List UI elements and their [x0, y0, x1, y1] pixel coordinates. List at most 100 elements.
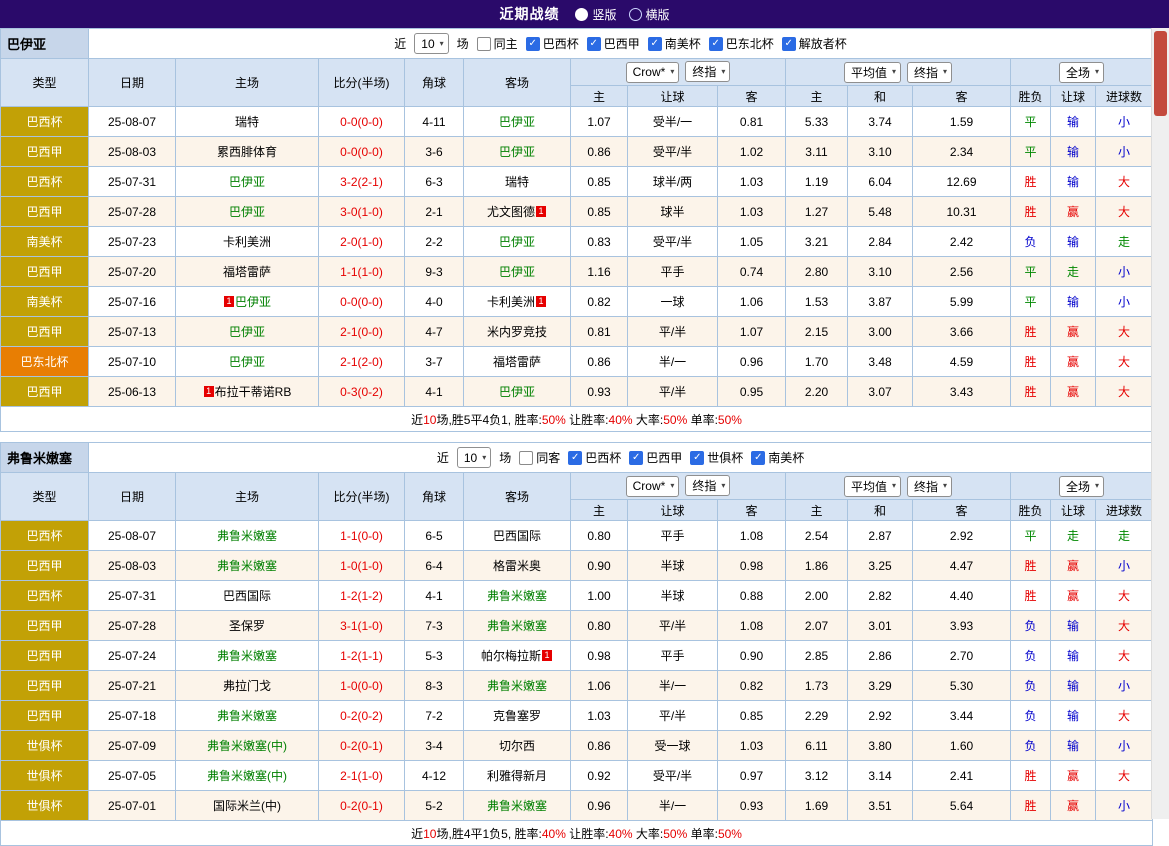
games-label: 场	[499, 449, 511, 466]
result-value: 胜	[1011, 581, 1051, 611]
away-team-name: 帕尔梅拉斯	[481, 649, 541, 663]
odds-value: 3.43	[913, 377, 1011, 407]
final-odds-select-2[interactable]: 终指▾	[907, 62, 952, 83]
league-filter-checkbox-1-label: 巴西甲	[646, 449, 682, 466]
home-team-cell: 巴伊亚	[176, 317, 319, 347]
odds-value: 3.12	[786, 761, 848, 791]
odds-value: 2.00	[786, 581, 848, 611]
scrollbar-thumb[interactable]	[1154, 31, 1167, 116]
odds-company-select[interactable]: Crow*▾	[626, 62, 680, 83]
checkbox-checked-icon: ✓	[751, 451, 765, 465]
sub-col-header: 让球	[1051, 500, 1096, 521]
league-filter-checkbox-1[interactable]: ✓巴西甲	[629, 449, 682, 466]
odds-value: 1.08	[718, 521, 786, 551]
odds-value: 3.87	[848, 287, 913, 317]
match-date: 25-07-20	[89, 257, 176, 287]
away-team-name: 巴伊亚	[499, 265, 535, 279]
odds-value: 1.59	[913, 107, 1011, 137]
match-row: 巴西甲25-08-03弗鲁米嫩塞1-0(1-0)6-4格雷米奥0.90半球0.9…	[1, 551, 1153, 581]
same-venue-checkbox-label: 同主	[494, 35, 518, 52]
result-value: 输	[1051, 671, 1096, 701]
odds-value: 0.85	[571, 167, 628, 197]
summary-segment: 40%	[609, 413, 633, 427]
team-section: 巴伊亚近10▾场同主✓巴西杯✓巴西甲✓南美杯✓巴东北杯✓解放者杯类型日期主场比分…	[0, 28, 1152, 432]
result-value: 大	[1096, 701, 1153, 731]
odds-company-select[interactable]: Crow*▾	[626, 476, 680, 497]
same-venue-checkbox[interactable]: 同主	[477, 35, 518, 52]
match-type-badge: 南美杯	[1, 287, 89, 317]
odds-value: 0.82	[571, 287, 628, 317]
match-type-badge: 巴西甲	[1, 701, 89, 731]
league-filter-checkbox-2[interactable]: ✓南美杯	[648, 35, 701, 52]
match-score: 2-1(1-0)	[319, 761, 405, 791]
odds-value: 2.82	[848, 581, 913, 611]
checkbox-checked-icon: ✓	[782, 37, 796, 51]
odds-value: 0.81	[718, 107, 786, 137]
match-count-select[interactable]: 10▾	[457, 447, 491, 468]
match-count-select-value: 10	[464, 451, 477, 465]
corner-count: 9-3	[405, 257, 464, 287]
result-value: 输	[1051, 611, 1096, 641]
scope-select[interactable]: 全场▾	[1059, 476, 1104, 497]
same-venue-checkbox[interactable]: 同客	[519, 449, 560, 466]
match-type-badge: 巴西甲	[1, 197, 89, 227]
odds-value: 2.54	[786, 521, 848, 551]
home-team-cell: 弗鲁米嫩塞	[176, 551, 319, 581]
sub-col-header: 主	[571, 500, 628, 521]
odds-value: 3.11	[786, 137, 848, 167]
result-value: 走	[1051, 257, 1096, 287]
league-filter-checkbox-2[interactable]: ✓世俱杯	[690, 449, 743, 466]
corner-count: 2-1	[405, 197, 464, 227]
result-value: 走	[1051, 521, 1096, 551]
odds-value: 半/一	[628, 791, 718, 821]
summary-segment: 单率:	[687, 827, 718, 841]
odds-value: 1.27	[786, 197, 848, 227]
result-value: 小	[1096, 137, 1153, 167]
match-type-badge: 巴西甲	[1, 611, 89, 641]
league-filter-checkbox-4-label: 解放者杯	[799, 35, 847, 52]
average-odds-select[interactable]: 平均值▾	[844, 62, 901, 83]
result-value: 赢	[1051, 581, 1096, 611]
league-filter-checkbox-3[interactable]: ✓巴东北杯	[709, 35, 774, 52]
odds-value: 1.06	[571, 671, 628, 701]
league-filter-checkbox-3-label: 巴东北杯	[726, 35, 774, 52]
average-odds-select[interactable]: 平均值▾	[844, 476, 901, 497]
away-team-cell: 格雷米奥	[464, 551, 571, 581]
away-team-cell: 尤文图德1	[464, 197, 571, 227]
away-team-name: 弗鲁米嫩塞	[487, 799, 547, 813]
league-filter-checkbox-3[interactable]: ✓南美杯	[751, 449, 804, 466]
league-filter-checkbox-4[interactable]: ✓解放者杯	[782, 35, 847, 52]
matches-table: 巴伊亚近10▾场同主✓巴西杯✓巴西甲✓南美杯✓巴东北杯✓解放者杯类型日期主场比分…	[0, 28, 1153, 432]
scrollbar[interactable]	[1151, 28, 1169, 819]
result-value: 小	[1096, 551, 1153, 581]
final-odds-select-2[interactable]: 终指▾	[907, 476, 952, 497]
odds-value: 球半	[628, 197, 718, 227]
summary-segment: 40%	[609, 827, 633, 841]
radio-vertical[interactable]: 竖版	[575, 6, 616, 23]
match-count-select[interactable]: 10▾	[414, 33, 448, 54]
summary-segment: 50%	[542, 413, 566, 427]
summary-segment: 场,胜5平4负1, 胜率:	[436, 413, 541, 427]
odds-value: 12.69	[913, 167, 1011, 197]
checkbox-unchecked-icon	[519, 451, 533, 465]
final-odds-select[interactable]: 终指▾	[685, 475, 730, 496]
league-filter-checkbox-0[interactable]: ✓巴西杯	[526, 35, 579, 52]
result-value: 胜	[1011, 551, 1051, 581]
odds-value: 半球	[628, 581, 718, 611]
odds-value: 1.03	[571, 701, 628, 731]
chevron-down-icon: ▾	[1095, 482, 1099, 490]
match-score: 0-0(0-0)	[319, 287, 405, 317]
scope-select[interactable]: 全场▾	[1059, 62, 1104, 83]
odds-value: 平/半	[628, 611, 718, 641]
odds-value: 0.90	[571, 551, 628, 581]
result-value: 胜	[1011, 791, 1051, 821]
home-team-cell: 巴西国际	[176, 581, 319, 611]
match-row: 巴西杯25-07-31巴伊亚3-2(2-1)6-3瑞特0.85球半/两1.031…	[1, 167, 1153, 197]
home-team-name: 弗拉门戈	[223, 679, 271, 693]
league-filter-checkbox-1[interactable]: ✓巴西甲	[587, 35, 640, 52]
radio-horizontal[interactable]: 横版	[629, 6, 670, 23]
odds-value: 2.87	[848, 521, 913, 551]
league-filter-checkbox-0[interactable]: ✓巴西杯	[568, 449, 621, 466]
match-score: 1-2(1-1)	[319, 641, 405, 671]
final-odds-select[interactable]: 终指▾	[685, 61, 730, 82]
